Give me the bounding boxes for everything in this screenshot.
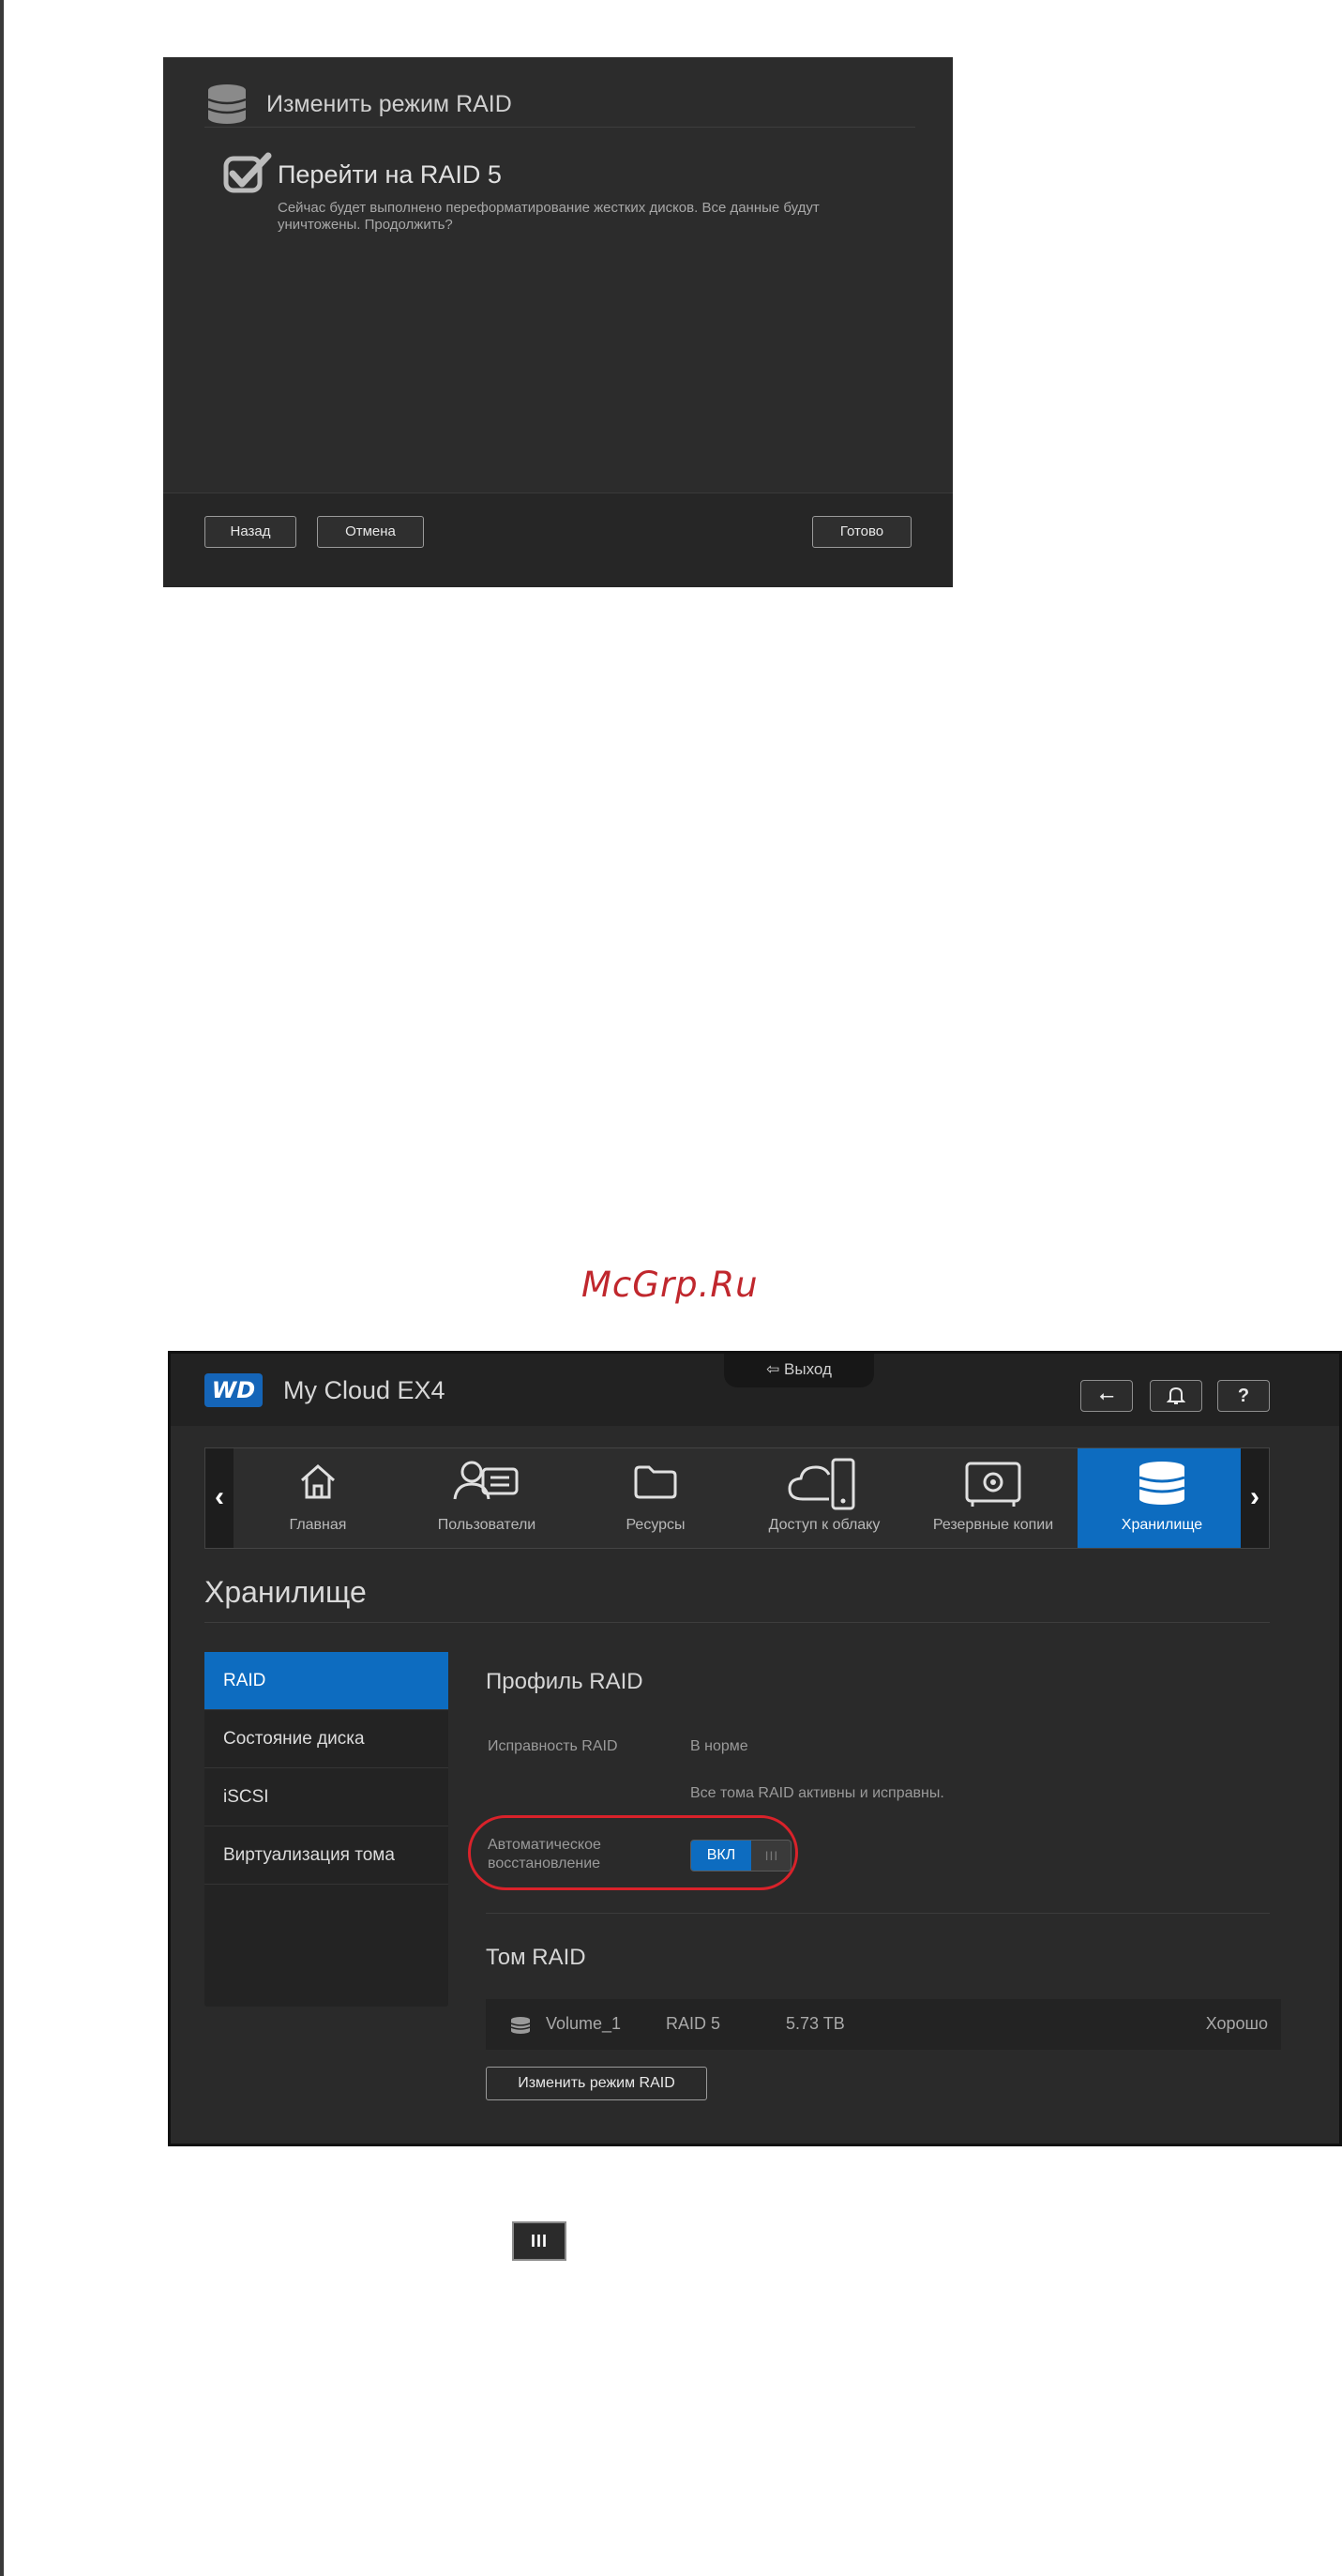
volume-raid-mode: RAID 5: [666, 2014, 721, 2033]
volume-disk-icon: [510, 2017, 531, 2034]
app-name: My Cloud EX4: [283, 1376, 445, 1404]
page-title: Хранилище: [204, 1575, 367, 1609]
notifications-button[interactable]: [1150, 1380, 1202, 1412]
dialog-subtitle: Перейти на RAID 5: [278, 160, 502, 189]
dialog-title: Изменить режим RAID: [266, 91, 512, 117]
nav-next-arrow[interactable]: ›: [1241, 1448, 1269, 1548]
watermark-text: McGrp.Ru: [581, 1265, 759, 1305]
nav-item-backups[interactable]: Резервные копии: [909, 1448, 1078, 1548]
main-nav: ‹ Главная Пользователи Ресурсы Доступ к …: [204, 1447, 1270, 1549]
page-margin-rule: [0, 0, 4, 2576]
nav-label: Доступ к облаку: [768, 1517, 881, 1533]
bell-icon: [1166, 1386, 1186, 1404]
top-bar: WD My Cloud EX4 ⇦ Выход ⭠ ?: [171, 1354, 1339, 1426]
dialog-message: Сейчас будет выполнено переформатировани…: [278, 200, 820, 233]
nas-dashboard-screenshot: WD My Cloud EX4 ⇦ Выход ⭠ ? ‹ Главная По…: [168, 1351, 1342, 2146]
check-badge-icon: [223, 152, 272, 193]
nav-item-cloud-access[interactable]: Доступ к облаку: [740, 1448, 909, 1548]
raid-profile-title: Профиль RAID: [486, 1669, 643, 1694]
home-icon: [301, 1463, 335, 1499]
divider: [204, 1622, 1270, 1623]
logout-label: Выход: [784, 1360, 832, 1378]
change-raid-mode-button[interactable]: Изменить режим RAID: [486, 2067, 707, 2100]
change-raid-dialog: Изменить режим RAID Перейти на RAID 5 Се…: [163, 57, 953, 587]
sidebar-item-disk-status[interactable]: Состояние диска: [204, 1710, 448, 1768]
nav-item-storage[interactable]: Хранилище: [1078, 1448, 1246, 1548]
nav-label: Резервные копии: [932, 1517, 1054, 1533]
users-icon: [453, 1461, 519, 1500]
sidebar-item-volume-virtualization[interactable]: Виртуализация тома: [204, 1826, 448, 1885]
wd-logo: WD: [204, 1373, 263, 1407]
raid-health-label: Исправность RAID: [488, 1738, 618, 1754]
logout-button[interactable]: ⇦ Выход: [724, 1354, 874, 1387]
storage-sidebar: RAID Состояние диска iSCSI Виртуализация…: [204, 1652, 448, 2007]
nav-label: Пользователи: [437, 1517, 536, 1533]
nav-item-shares[interactable]: Ресурсы: [571, 1448, 740, 1548]
back-button[interactable]: Назад: [204, 516, 296, 548]
nav-prev-arrow[interactable]: ‹: [205, 1448, 234, 1548]
cancel-button[interactable]: Отмена: [317, 516, 424, 548]
help-button[interactable]: ?: [1217, 1380, 1270, 1412]
nav-item-users[interactable]: Пользователи: [402, 1448, 571, 1548]
logout-icon: ⇦: [766, 1360, 780, 1378]
volume-status: Хорошо: [1205, 2014, 1268, 2033]
nav-label: Главная: [289, 1517, 347, 1533]
cloud-icon: [788, 1458, 855, 1510]
usb-button[interactable]: ⭠: [1080, 1380, 1133, 1412]
highlight-annotation: [468, 1815, 798, 1890]
raid-health-detail: Все тома RAID активны и исправны.: [690, 1785, 944, 1801]
nav-label: Хранилище: [1121, 1517, 1203, 1533]
safe-icon: [965, 1462, 1021, 1507]
dialog-footer: Назад Отмена Готово: [163, 492, 953, 587]
volume-size: 5.73 TB: [786, 2014, 845, 2033]
sidebar-item-iscsi[interactable]: iSCSI: [204, 1768, 448, 1826]
sidebar-item-raid[interactable]: RAID: [204, 1652, 448, 1710]
folder-icon: [634, 1465, 677, 1499]
raid-volume-title: Том RAID: [486, 1945, 586, 1970]
raid-health-value: В норме: [690, 1738, 748, 1754]
divider: [486, 1913, 1270, 1914]
database-icon: [207, 84, 247, 124]
nav-label: Ресурсы: [626, 1517, 686, 1533]
usb-icon: ⭠: [1099, 1386, 1114, 1406]
volume-name: Volume_1: [546, 2014, 622, 2033]
storage-icon: [1138, 1462, 1185, 1505]
toggle-knob-sample-icon: III: [512, 2221, 566, 2261]
dialog-header: Изменить режим RAID: [204, 78, 915, 128]
raid-volume-row[interactable]: Volume_1 RAID 5 5.73 TB Хорошо: [486, 1999, 1281, 2050]
nav-item-home[interactable]: Главная: [234, 1448, 402, 1548]
done-button[interactable]: Готово: [812, 516, 912, 548]
